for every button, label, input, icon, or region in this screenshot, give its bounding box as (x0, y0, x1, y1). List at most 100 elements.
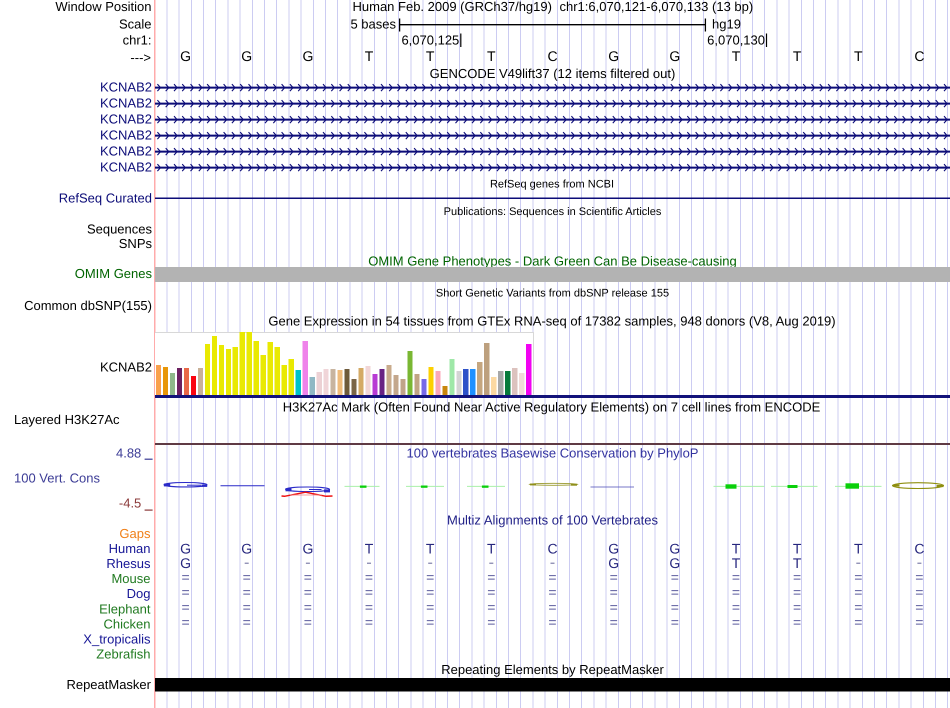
svg-text:KCNAB2: KCNAB2 (100, 112, 152, 127)
svg-text:RefSeq Curated: RefSeq Curated (59, 191, 152, 206)
svg-text:KCNAB2: KCNAB2 (100, 360, 152, 375)
svg-text:Multiz Alignments of 100 Verte: Multiz Alignments of 100 Vertebrates (447, 513, 659, 528)
svg-text:=: = (426, 614, 434, 630)
svg-text:RepeatMasker: RepeatMasker (66, 677, 151, 692)
svg-text:Window Position: Window Position (55, 0, 151, 14)
svg-text:=: = (915, 599, 923, 615)
svg-text:SNPs: SNPs (119, 236, 153, 251)
svg-text:=: = (793, 584, 801, 600)
svg-text:=: = (610, 599, 618, 615)
svg-text:T: T (487, 541, 496, 557)
svg-text:=: = (854, 614, 862, 630)
svg-text:G: G (608, 48, 619, 64)
svg-text:=: = (182, 614, 190, 630)
svg-text:=: = (610, 614, 618, 630)
svg-text:=: = (365, 614, 373, 630)
svg-text:=: = (548, 614, 556, 630)
svg-text:100 Vert. Cons: 100 Vert. Cons (14, 471, 100, 486)
svg-text:C: C (547, 48, 557, 64)
svg-text:--->: ---> (130, 50, 151, 65)
svg-text:H3K27Ac Mark (Often Found Near: H3K27Ac Mark (Often Found Near Active Re… (283, 400, 821, 415)
svg-text:Short Genetic Variants from db: Short Genetic Variants from dbSNP releas… (436, 288, 669, 300)
svg-text:chr1:6,070,121-6,070,133 (13 b: chr1:6,070,121-6,070,133 (13 bp) (560, 0, 754, 14)
svg-text:RefSeq genes from NCBI: RefSeq genes from NCBI (490, 179, 614, 191)
svg-text:Elephant: Elephant (99, 602, 151, 617)
svg-text:T: T (854, 541, 863, 557)
svg-text:=: = (426, 569, 434, 585)
svg-text:X_tropicalis: X_tropicalis (83, 632, 151, 647)
svg-text:chr1:: chr1: (123, 33, 152, 48)
svg-text:5 bases: 5 bases (350, 16, 396, 31)
svg-text:OMIM Genes: OMIM Genes (75, 266, 153, 281)
svg-text:OMIM Gene Phenotypes - Dark Gr: OMIM Gene Phenotypes - Dark Green Can Be… (368, 254, 737, 269)
svg-text:Publications: Sequences in Sci: Publications: Sequences in Scientific Ar… (444, 206, 662, 218)
svg-text:=: = (182, 599, 190, 615)
svg-text:T: T (365, 48, 374, 64)
svg-text:=: = (548, 569, 556, 585)
svg-text:T: T (732, 48, 741, 64)
svg-text:=: = (854, 599, 862, 615)
svg-text:=: = (732, 614, 740, 630)
svg-text:=: = (243, 584, 251, 600)
svg-text:=: = (854, 584, 862, 600)
svg-text:=: = (732, 569, 740, 585)
svg-text:=: = (854, 569, 862, 585)
svg-text:=: = (304, 614, 312, 630)
svg-text:=: = (732, 584, 740, 600)
svg-text:=: = (182, 584, 190, 600)
svg-text:G: G (302, 541, 313, 557)
svg-text:=: = (671, 614, 679, 630)
svg-text:T: T (854, 48, 863, 64)
svg-text:Dog: Dog (127, 586, 151, 601)
svg-text:Zebrafish: Zebrafish (96, 647, 150, 662)
svg-text:Chicken: Chicken (104, 617, 151, 632)
svg-text:=: = (304, 569, 312, 585)
svg-text:=: = (426, 599, 434, 615)
svg-text:=: = (671, 569, 679, 585)
svg-text:G: G (241, 541, 252, 557)
svg-text:G: G (669, 48, 680, 64)
svg-text:100 vertebrates Basewise Conse: 100 vertebrates Basewise Conservation by… (407, 446, 699, 461)
svg-text:GENCODE V49lift37 (12 items fi: GENCODE V49lift37 (12 items filtered out… (430, 66, 676, 81)
svg-text:T: T (793, 48, 802, 64)
svg-text:=: = (610, 569, 618, 585)
svg-text:hg19: hg19 (712, 16, 741, 31)
svg-text:=: = (671, 584, 679, 600)
svg-text:4.88: 4.88 (116, 446, 141, 461)
svg-text:KCNAB2: KCNAB2 (100, 144, 152, 159)
svg-text:=: = (487, 599, 495, 615)
svg-text:=: = (365, 584, 373, 600)
svg-text:=: = (365, 569, 373, 585)
svg-text:=: = (243, 599, 251, 615)
svg-text:=: = (243, 614, 251, 630)
svg-text:C: C (914, 541, 924, 557)
svg-text:T: T (487, 48, 496, 64)
svg-text:=: = (182, 569, 190, 585)
svg-text:=: = (487, 614, 495, 630)
svg-text:C: C (547, 541, 557, 557)
svg-text:6,070,130: 6,070,130 (707, 33, 765, 48)
svg-text:Layered H3K27Ac: Layered H3K27Ac (14, 412, 120, 427)
svg-text:=: = (304, 584, 312, 600)
svg-text:Repeating Elements by RepeatMa: Repeating Elements by RepeatMasker (441, 662, 664, 677)
svg-text:Common dbSNP(155): Common dbSNP(155) (24, 298, 152, 313)
svg-text:KCNAB2: KCNAB2 (100, 96, 152, 111)
svg-text:=: = (793, 569, 801, 585)
svg-text:Human: Human (109, 541, 151, 556)
svg-text:=: = (548, 599, 556, 615)
svg-text:6,070,125: 6,070,125 (401, 33, 459, 48)
svg-text:=: = (548, 584, 556, 600)
svg-text:Scale: Scale (119, 16, 152, 31)
svg-text:=: = (732, 599, 740, 615)
svg-text:=: = (487, 584, 495, 600)
svg-text:G: G (302, 48, 313, 64)
svg-text:=: = (915, 584, 923, 600)
svg-text:=: = (365, 599, 373, 615)
svg-text:Rhesus: Rhesus (106, 556, 151, 571)
svg-text:KCNAB2: KCNAB2 (100, 80, 152, 95)
svg-text:=: = (793, 599, 801, 615)
svg-text:C: C (914, 48, 924, 64)
svg-text:Human Feb. 2009 (GRCh37/hg19): Human Feb. 2009 (GRCh37/hg19) (353, 0, 552, 14)
svg-text:G: G (241, 48, 252, 64)
svg-text:=: = (426, 584, 434, 600)
